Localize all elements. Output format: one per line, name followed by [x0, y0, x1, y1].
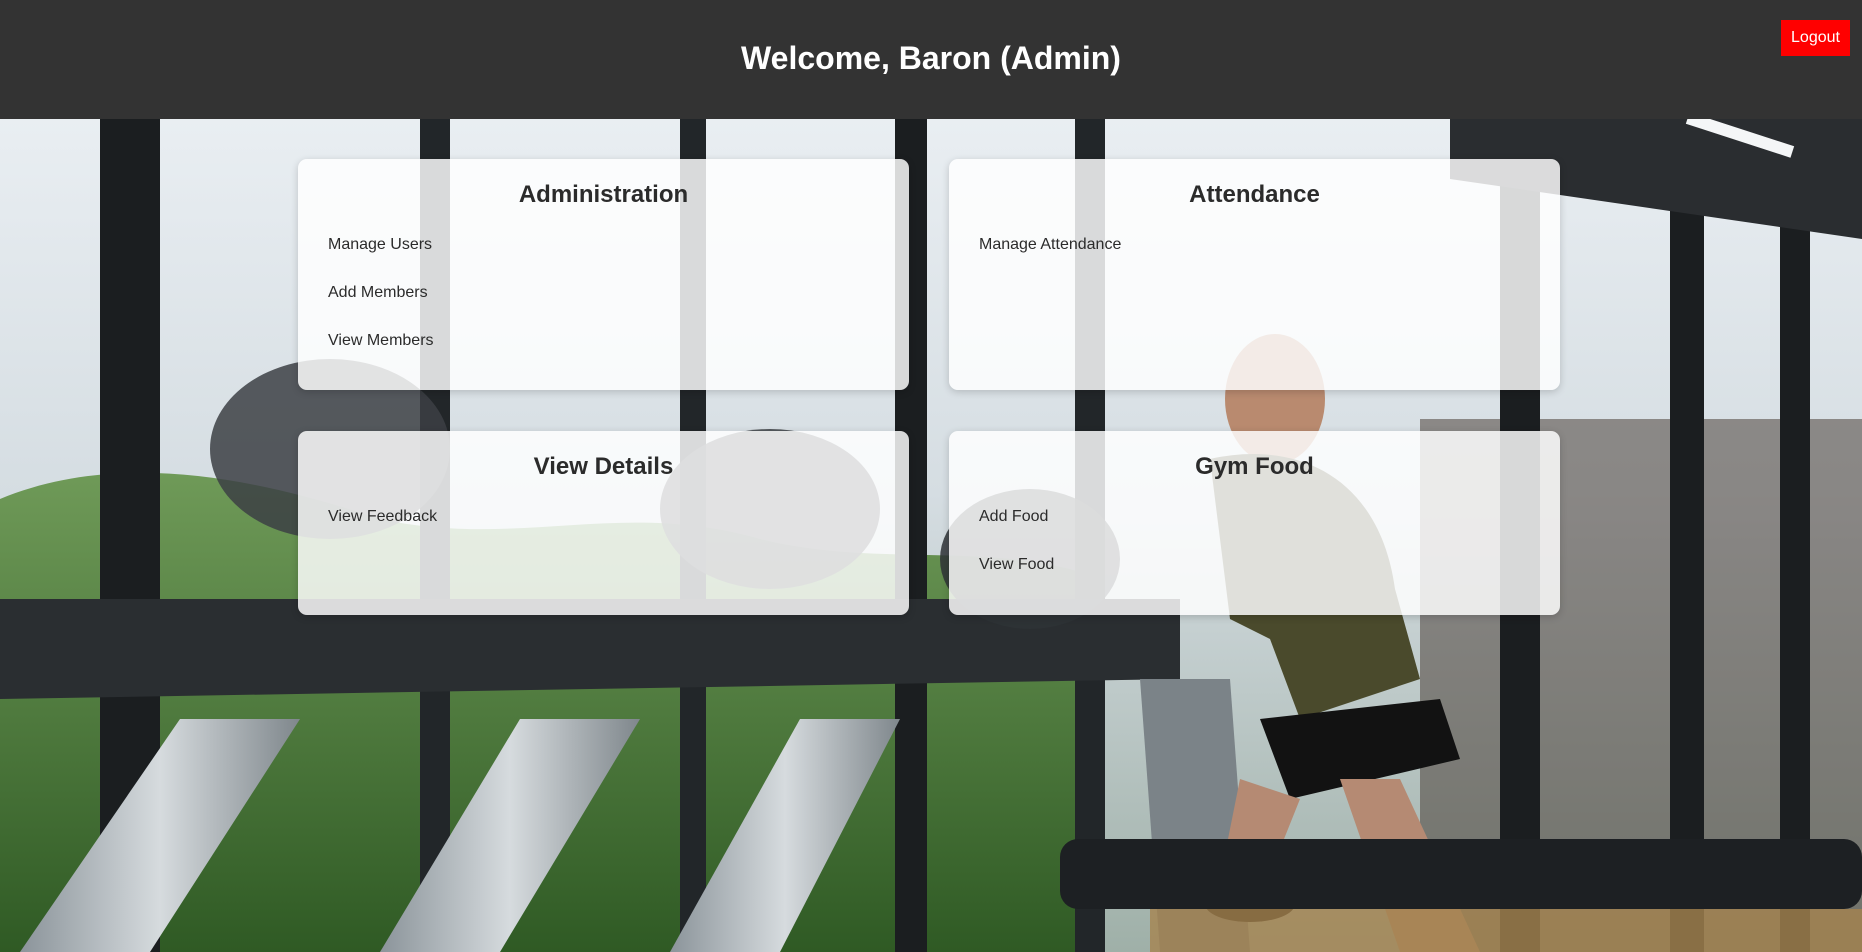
- add-food-link[interactable]: Add Food: [979, 508, 1048, 525]
- manage-attendance-link[interactable]: Manage Attendance: [979, 236, 1121, 253]
- top-header: Welcome, Baron (Admin) Logout: [0, 0, 1862, 119]
- panel-title: Gym Food: [1195, 453, 1314, 480]
- panel-title: View Details: [533, 453, 674, 480]
- gym-food-links: Add Food View Food: [979, 508, 1054, 604]
- attendance-panel: Attendance Manage Attendance: [949, 159, 1560, 390]
- logout-button[interactable]: Logout: [1781, 20, 1850, 56]
- view-members-link[interactable]: View Members: [328, 332, 434, 349]
- panel-title: Attendance: [1189, 181, 1320, 208]
- gym-background-photo: [0, 119, 1862, 952]
- view-details-panel: View Details View Feedback: [298, 431, 909, 615]
- view-feedback-link[interactable]: View Feedback: [328, 508, 437, 525]
- attendance-links: Manage Attendance: [979, 236, 1121, 284]
- gym-food-panel: Gym Food Add Food View Food: [949, 431, 1560, 615]
- manage-users-link[interactable]: Manage Users: [328, 236, 432, 253]
- administration-links: Manage Users Add Members View Members: [328, 236, 434, 380]
- administration-panel: Administration Manage Users Add Members …: [298, 159, 909, 390]
- add-members-link[interactable]: Add Members: [328, 284, 428, 301]
- view-food-link[interactable]: View Food: [979, 556, 1054, 573]
- welcome-title: Welcome, Baron (Admin): [741, 40, 1121, 76]
- panel-title: Administration: [518, 181, 689, 208]
- view-details-links: View Feedback: [328, 508, 437, 556]
